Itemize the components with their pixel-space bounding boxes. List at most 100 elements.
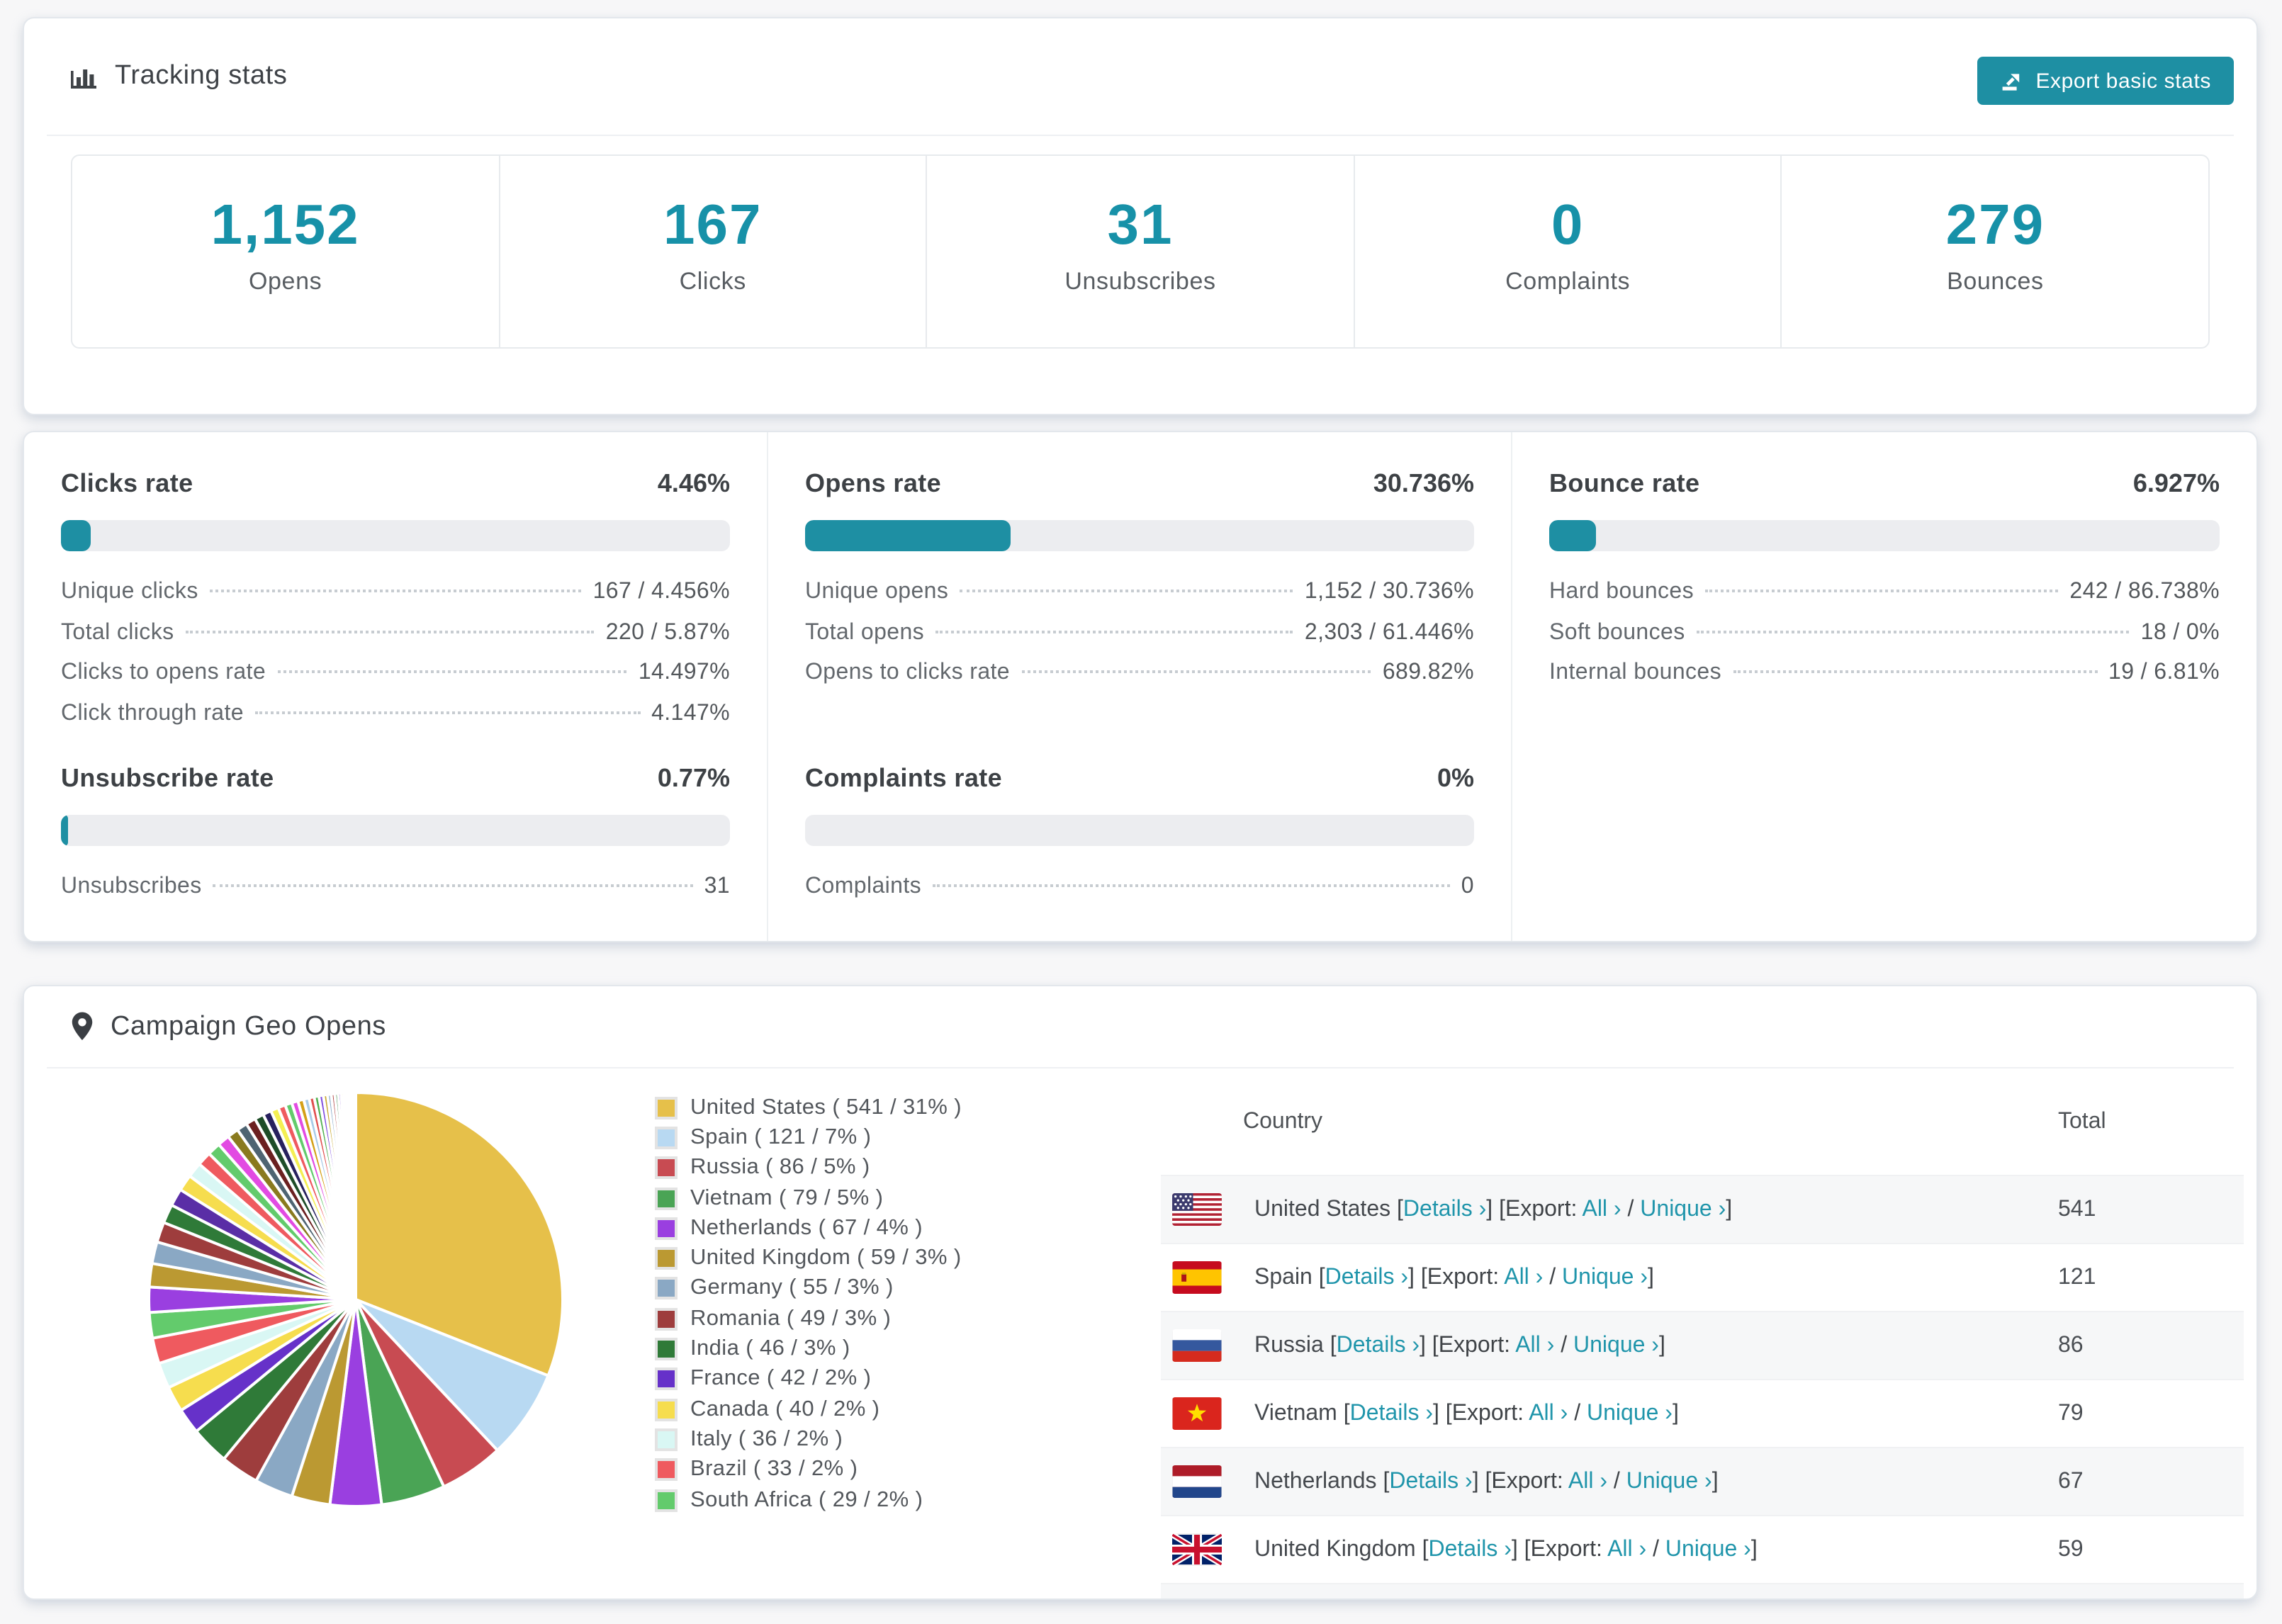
legend-label: Brazil ( 33 / 2% ) (690, 1457, 858, 1482)
export-unique-link[interactable]: Unique › (1587, 1401, 1673, 1425)
bracket-text: Export: (1438, 1333, 1516, 1357)
export-unique-link[interactable]: Unique › (1573, 1333, 1659, 1357)
legend-label: Canada ( 40 / 2% ) (690, 1397, 880, 1421)
dotted-leader (1021, 670, 1371, 673)
geo-countries-table: Country Total United States [Details ›] … (1161, 1068, 2244, 1598)
rate-section: Unsubscribe rate 0.77% Unsubscribes 31 (24, 730, 768, 941)
rate-title: Complaints rate (805, 764, 1003, 792)
export-all-link[interactable]: All › (1582, 1197, 1621, 1221)
bracket-text: ] [ (1472, 1469, 1492, 1493)
dashboard-page: Tracking stats Export basic stats 1,152 O… (0, 0, 2282, 1624)
export-all-link[interactable]: All › (1515, 1333, 1554, 1357)
total-cell: 79 (2058, 1401, 2084, 1425)
rate-detail-value: 242 / 86.738% (2069, 580, 2220, 604)
export-unique-link[interactable]: Unique › (1665, 1537, 1751, 1561)
export-unique-link[interactable]: Unique › (1640, 1197, 1726, 1221)
country-name: United States (1254, 1197, 1397, 1221)
rate-detail-label: Click through rate (61, 701, 244, 725)
legend-swatch (655, 1338, 678, 1361)
rate-section-header: Unsubscribe rate 0.77% (61, 764, 730, 794)
page-title: Tracking stats (115, 61, 288, 91)
country-cell: Vietnam [Details ›] [Export: All › / Uni… (1254, 1401, 2058, 1426)
gb-flag-icon (1172, 1533, 1222, 1566)
details-link[interactable]: Details › (1389, 1469, 1472, 1493)
legend-item: India ( 46 / 3% ) (655, 1334, 962, 1365)
export-all-link[interactable]: All › (1504, 1265, 1543, 1289)
vn-flag-icon (1172, 1397, 1222, 1430)
ru-flag-icon (1172, 1329, 1222, 1362)
us-flag-icon (1172, 1193, 1222, 1226)
progress-bar-fill (61, 815, 68, 846)
details-link[interactable]: Details › (1350, 1401, 1433, 1425)
rate-detail-value: 4.147% (651, 701, 730, 725)
bracket-text: ] (1750, 1537, 1758, 1561)
export-all-link[interactable]: All › (1607, 1537, 1646, 1561)
stat-value: 31 (1107, 194, 1174, 256)
bracket-text: ] (1712, 1469, 1719, 1493)
bracket-text: / (1607, 1469, 1626, 1493)
total-cell: 86 (2058, 1333, 2084, 1357)
rate-value: 6.927% (2132, 469, 2220, 497)
bracket-text: / (1646, 1537, 1665, 1561)
bracket-text: / (1568, 1401, 1587, 1425)
summary-stats-row: 1,152 Opens 167 Clicks 31 Unsubscribes 0 Compla… (71, 154, 2210, 349)
rate-section: Complaints rate 0% Complaints 0 (768, 730, 1512, 941)
bracket-text: [ (1330, 1333, 1337, 1357)
dotted-leader (1696, 630, 2130, 633)
export-unique-link[interactable]: Unique › (1626, 1469, 1712, 1493)
legend-item: France ( 42 / 2% ) (655, 1364, 962, 1394)
dotted-leader (277, 670, 627, 673)
rate-title: Opens rate (805, 469, 942, 497)
legend-label: South Africa ( 29 / 2% ) (690, 1487, 923, 1511)
progress-bar (61, 520, 730, 551)
rate-section-header: Opens rate 30.736% (805, 469, 1474, 499)
details-link[interactable]: Details › (1325, 1265, 1408, 1289)
stat-label: Opens (249, 268, 322, 295)
legend-item: Vietnam ( 79 / 5% ) (655, 1183, 962, 1214)
bracket-text: Export: (1491, 1469, 1568, 1493)
total-cell: 541 (2058, 1197, 2096, 1221)
details-link[interactable]: Details › (1403, 1197, 1486, 1221)
rate-value: 0.77% (657, 764, 730, 792)
country-name: Russia (1254, 1333, 1330, 1357)
geo-card-body: United States ( 541 / 31% ) Spain ( 121 /… (24, 1068, 2256, 1598)
bracket-text: ] [ (1486, 1197, 1505, 1221)
rate-section: Bounce rate 6.927% Hard bounces 242 / 86.73… (1512, 432, 2256, 730)
details-link[interactable]: Details › (1429, 1537, 1512, 1561)
table-row: Spain [Details ›] [Export: All › / Uniqu… (1161, 1243, 2244, 1311)
rates-card: Clicks rate 4.46% Unique clicks 167 / 4.456… (23, 431, 2258, 942)
progress-bar (61, 815, 730, 846)
progress-bar-fill (1549, 520, 1596, 551)
rate-detail-row: Unique clicks 167 / 4.456% (61, 580, 730, 620)
rate-detail-value: 19 / 6.81% (2108, 660, 2220, 684)
rate-detail-row: Unique opens 1,152 / 30.736% (805, 580, 1474, 620)
bracket-text: ] (1648, 1265, 1654, 1289)
bracket-text: / (1543, 1265, 1563, 1289)
country-name: Vietnam (1254, 1401, 1344, 1425)
legend-label: France ( 42 / 2% ) (690, 1366, 872, 1391)
bracket-text: Export: (1505, 1197, 1583, 1221)
bracket-text: Export: (1530, 1537, 1608, 1561)
table-row: Netherlands [Details ›] [Export: All › /… (1161, 1447, 2244, 1515)
progress-bar (1549, 520, 2220, 551)
export-unique-link[interactable]: Unique › (1562, 1265, 1648, 1289)
export-basic-stats-button[interactable]: Export basic stats (1977, 57, 2234, 105)
details-link[interactable]: Details › (1337, 1333, 1420, 1357)
export-all-link[interactable]: All › (1568, 1469, 1607, 1493)
bracket-text: Export: (1427, 1265, 1505, 1289)
rate-detail-row: Hard bounces 242 / 86.738% (1549, 580, 2220, 620)
rate-detail-row: Opens to clicks rate 689.82% (805, 660, 1474, 701)
legend-swatch (655, 1217, 678, 1240)
export-all-link[interactable]: All › (1529, 1401, 1568, 1425)
export-button-label: Export basic stats (2035, 69, 2211, 93)
stat-label: Complaints (1505, 268, 1631, 295)
dotted-leader (209, 590, 582, 592)
rate-detail-value: 689.82% (1382, 660, 1474, 684)
table-row: Russia [Details ›] [Export: All › / Uniq… (1161, 1311, 2244, 1379)
rate-detail-label: Complaints (805, 874, 922, 898)
rate-section: Clicks rate 4.46% Unique clicks 167 / 4.456… (24, 432, 768, 730)
rate-detail-rows: Unique clicks 167 / 4.456% Total clicks 220… (61, 580, 730, 741)
campaign-geo-opens-card: Campaign Geo Opens United States ( 541 /… (23, 985, 2258, 1600)
dotted-leader (933, 884, 1450, 887)
rate-detail-label: Internal bounces (1549, 660, 1722, 684)
